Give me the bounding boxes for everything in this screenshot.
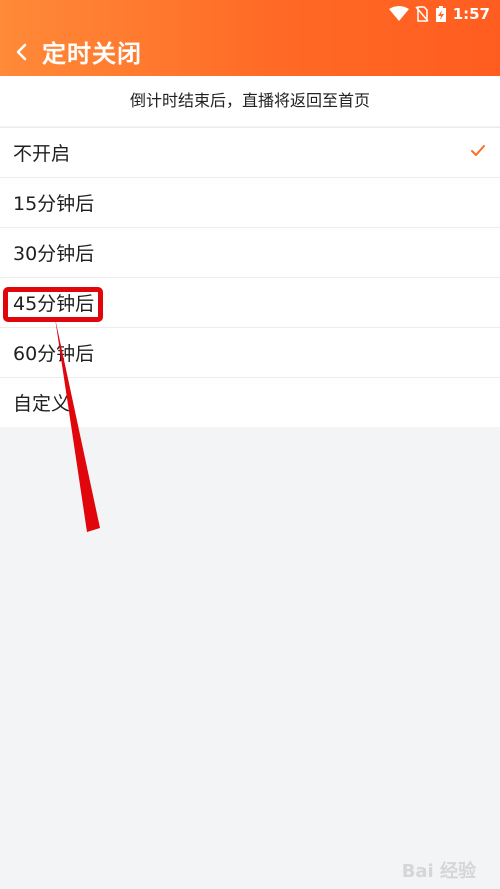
timer-notice: 倒计时结束后，直播将返回至首页 — [0, 76, 500, 126]
option-label: 15分钟后 — [13, 193, 95, 215]
option-label: 自定义 — [13, 393, 71, 415]
no-sim-icon — [415, 6, 429, 22]
checkmark-icon — [471, 145, 485, 156]
option-label: 不开启 — [13, 143, 71, 165]
battery-charging-icon — [435, 6, 446, 22]
app-header: 1:57 定时关闭 — [0, 0, 500, 76]
option-off[interactable]: 不开启 — [0, 127, 500, 177]
status-time: 1:57 — [452, 5, 490, 23]
status-bar: 1:57 — [388, 3, 490, 25]
wifi-icon — [388, 6, 409, 21]
option-30-min[interactable]: 30分钟后 — [0, 227, 500, 277]
option-custom[interactable]: 自定义 — [0, 377, 500, 427]
timer-options-list: 不开启 15分钟后 30分钟后 45分钟后 60分钟后 自定义 — [0, 127, 500, 427]
back-button[interactable] — [12, 38, 32, 66]
annotation-highlight-box — [3, 287, 103, 322]
option-15-min[interactable]: 15分钟后 — [0, 177, 500, 227]
page-title: 定时关闭 — [42, 40, 142, 68]
option-label: 60分钟后 — [13, 343, 95, 365]
chevron-left-icon — [16, 43, 27, 61]
watermark-logo: Bai 经验 — [401, 861, 476, 882]
option-60-min[interactable]: 60分钟后 — [0, 327, 500, 377]
option-label: 30分钟后 — [13, 243, 95, 265]
